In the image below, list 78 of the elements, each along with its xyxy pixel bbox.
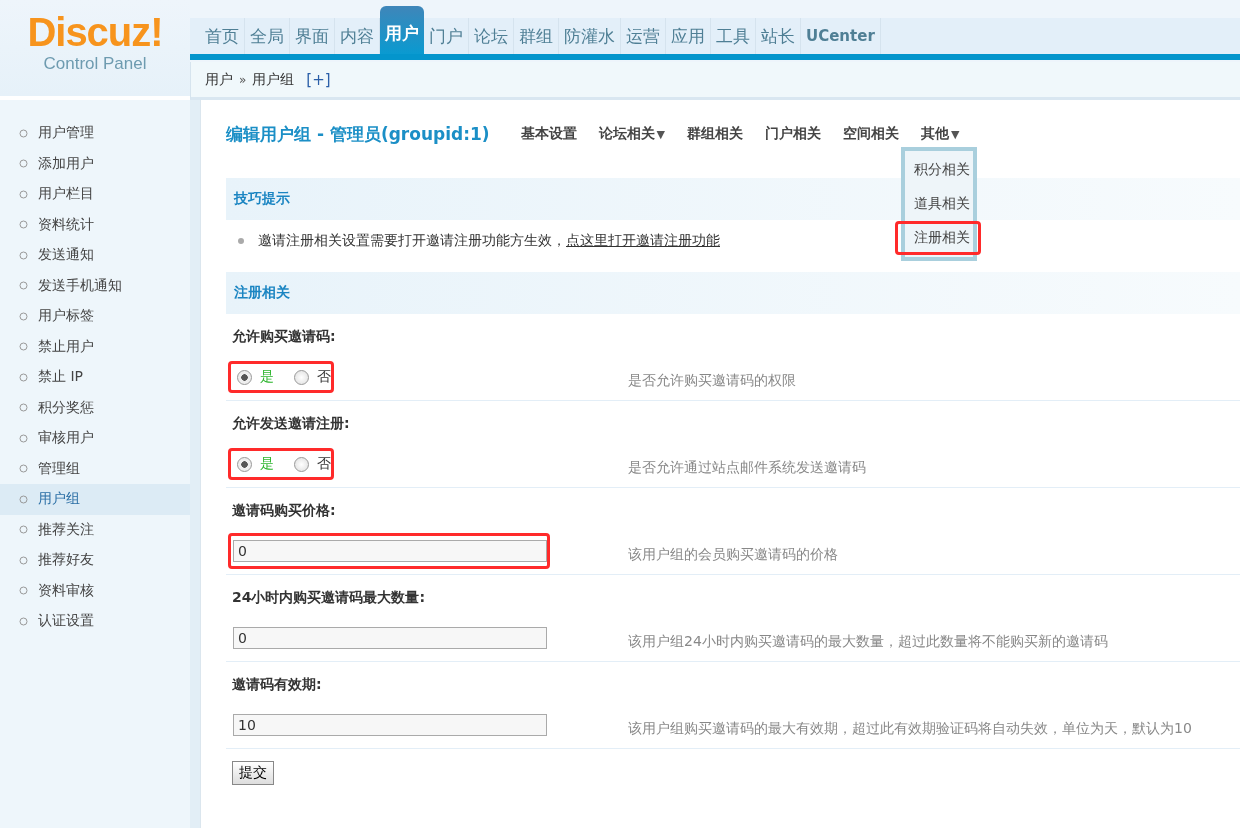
sidebar-item[interactable]: 添加用户 — [0, 148, 190, 179]
bullet-icon — [19, 128, 28, 138]
bullet-icon — [19, 433, 28, 443]
field-label: 允许购买邀请码: — [232, 327, 337, 346]
field-description: 是否允许通过站点邮件系统发送邀请码 — [628, 458, 866, 477]
section-title: 技巧提示 — [234, 190, 290, 208]
bullet-icon — [19, 250, 28, 260]
section-tab[interactable]: 群组相关 — [676, 125, 755, 143]
field-label: 允许发送邀请注册: — [232, 414, 351, 433]
bullet-icon — [19, 464, 28, 474]
sidebar-item[interactable]: 禁止 IP — [0, 362, 190, 393]
bullet-icon — [19, 281, 28, 291]
radio-label: 是 — [260, 455, 274, 473]
bullet-icon — [19, 159, 28, 169]
sidebar-item[interactable]: 推荐好友 — [0, 545, 190, 576]
bullet-icon — [19, 555, 28, 565]
section-tab[interactable]: 基本设置 — [509, 125, 588, 143]
sidebar-item[interactable]: 认证设置 — [0, 606, 190, 637]
sidebar-item[interactable]: 禁止用户 — [0, 331, 190, 362]
bullet-icon — [19, 220, 28, 230]
field-description: 该用户组购买邀请码的最大有效期，超过此有效期验证码将自动失效，单位为天，默认为10 — [628, 719, 1192, 738]
sidebar-item[interactable]: 发送手机通知 — [0, 270, 190, 301]
bullet-icon — [19, 342, 28, 352]
bullet-icon — [19, 525, 28, 535]
nav-tab[interactable]: 用户 — [380, 6, 424, 54]
sidebar-item[interactable]: 资料审核 — [0, 575, 190, 606]
sidebar-item[interactable]: 发送通知 — [0, 240, 190, 271]
sidebar-item[interactable]: 用户管理 — [0, 118, 190, 149]
menu-item[interactable]: 注册相关 — [895, 221, 982, 255]
menu-item[interactable]: 道具相关 — [895, 187, 982, 221]
sidebar-item[interactable]: 用户组 — [0, 484, 190, 515]
bullet-icon — [238, 238, 244, 244]
sidebar-item[interactable]: 用户栏目 — [0, 179, 190, 210]
bullet-icon — [19, 616, 28, 626]
menu-item[interactable]: 积分相关 — [895, 153, 982, 187]
sidebar-item[interactable]: 用户标签 — [0, 301, 190, 332]
bullet-icon — [19, 372, 28, 382]
section-tab[interactable]: 其他▼ — [910, 125, 971, 143]
input-field[interactable]: 0 — [233, 627, 547, 649]
field-description: 该用户组24小时内购买邀请码的最大数量，超过此数量将不能购买新的邀请码 — [628, 632, 1108, 651]
sidebar-item[interactable]: 推荐关注 — [0, 514, 190, 545]
section-title: 注册相关 — [234, 284, 290, 302]
sidebar-item[interactable]: 审核用户 — [0, 423, 190, 454]
logo-subtitle: Control Panel — [43, 54, 147, 74]
submit-button[interactable]: 提交 — [232, 761, 274, 785]
bullet-icon — [19, 189, 28, 199]
sidebar-item[interactable]: 资料统计 — [0, 209, 190, 240]
field-description: 该用户组的会员购买邀请码的价格 — [628, 545, 838, 564]
field-label: 24小时内购买邀请码最大数量: — [232, 588, 427, 607]
section-tab[interactable]: 门户相关 — [754, 125, 833, 143]
section-tab[interactable]: 空间相关 — [832, 125, 911, 143]
input-field[interactable]: 0 — [233, 540, 547, 562]
section-tab[interactable]: 论坛相关▼ — [587, 125, 677, 143]
sidebar-item[interactable]: 积分奖惩 — [0, 392, 190, 423]
add-shortcut-link[interactable]: [+] — [306, 70, 331, 89]
breadcrumb-link[interactable]: 用户组 — [252, 70, 295, 89]
radio-label: 否 — [317, 455, 331, 473]
field-label: 邀请码购买价格: — [232, 501, 337, 520]
bullet-icon — [19, 586, 28, 596]
breadcrumb-separator: » — [239, 72, 247, 87]
radio-label: 是 — [260, 368, 274, 386]
tip-text: 邀请注册相关设置需要打开邀请注册功能方生效， — [258, 232, 566, 250]
page-title: 编辑用户组 - 管理员(groupid:1) — [226, 122, 490, 146]
radio-button[interactable] — [237, 369, 252, 385]
radio-button[interactable] — [294, 456, 309, 472]
bullet-icon — [19, 494, 28, 504]
radio-label: 否 — [317, 368, 331, 386]
bullet-icon — [19, 403, 28, 413]
field-description: 是否允许购买邀请码的权限 — [628, 371, 796, 390]
breadcrumb-link[interactable]: 用户 — [205, 70, 233, 89]
logo-title: Discuz! — [27, 12, 163, 52]
input-field[interactable]: 10 — [233, 714, 547, 736]
field-label: 邀请码有效期: — [232, 675, 323, 694]
sidebar-item[interactable]: 管理组 — [0, 453, 190, 484]
radio-button[interactable] — [237, 456, 252, 472]
enable-invite-link[interactable]: 点这里打开邀请注册功能 — [566, 232, 720, 250]
bullet-icon — [19, 311, 28, 321]
radio-button[interactable] — [294, 369, 309, 385]
